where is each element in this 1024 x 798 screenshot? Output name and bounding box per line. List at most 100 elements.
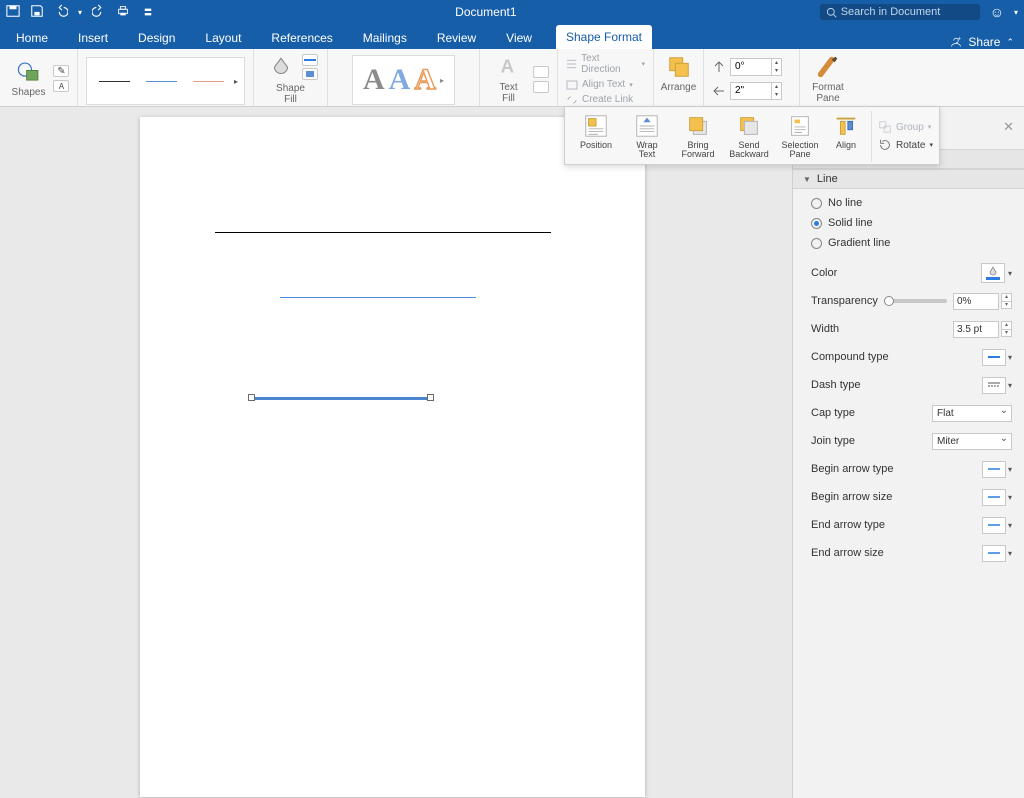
transparency-stepper[interactable]: ▴▾ [1001,293,1012,309]
join-type-select[interactable]: Miter [932,433,1012,450]
rotation-input[interactable]: ▴▾ [730,58,782,76]
share-button[interactable]: + Share ⌃ [950,35,1014,49]
transparency-slider[interactable] [884,299,947,303]
width-input[interactable]: 3.5 pt [953,321,999,338]
label-width: Width [811,323,839,335]
text-outline-button[interactable] [533,66,549,78]
label-join: Join type [811,435,855,447]
text-fill-group: A Text Fill [480,49,558,106]
wrap-text-button[interactable]: Wrap Text [622,111,672,162]
text-box-button[interactable]: A [53,80,69,92]
titlebar: ▾ 〓 Document1 Search in Document ☺ ▾ [0,0,1024,24]
tab-design[interactable]: Design [132,27,181,49]
text-direction-button[interactable]: Text Direction ▾ [566,53,645,75]
tab-references[interactable]: References [265,27,338,49]
end-arrow-type-button[interactable] [982,517,1006,534]
create-link-button[interactable]: Create Link [566,94,633,105]
feedback-icon[interactable]: ☺ [990,4,1004,20]
align-button[interactable]: Align [826,111,866,162]
label-end-arrow-size: End arrow size [811,547,884,559]
document-canvas[interactable] [0,107,792,798]
size-group: ▴▾ ▴▾ [704,49,800,106]
style-preset-3[interactable] [193,81,224,82]
shape-line-2[interactable] [280,297,476,298]
align-text-button[interactable]: Align Text ▾ [566,79,633,90]
tab-review[interactable]: Review [431,27,482,49]
transparency-input[interactable]: 0% [953,293,999,310]
tab-insert[interactable]: Insert [72,27,114,49]
share-icon: + [950,36,962,48]
dropdown-icon[interactable]: ▾ [78,8,82,17]
radio-gradient-line[interactable]: Gradient line [811,237,1012,249]
end-arrow-size-button[interactable] [982,545,1006,562]
shape-line-1[interactable] [215,232,551,233]
styles-more-icon[interactable]: ▸ [234,77,238,86]
wordart-style-2[interactable]: A [389,63,411,97]
label-begin-arrow-type: Begin arrow type [811,463,894,475]
text-options-group: Text Direction ▾ Align Text ▾ Create Lin… [558,49,654,106]
page [140,117,645,797]
print-icon[interactable] [116,4,130,21]
format-pane-button[interactable]: Format Pane [808,52,848,106]
workspace: ✕ ▶Fill ▼Line No line Solid line Gradien… [0,107,1024,798]
text-effects-button[interactable] [533,81,549,93]
shape-effects-button[interactable] [302,68,318,80]
customize-qat-icon[interactable]: 〓 [144,7,152,18]
tab-view[interactable]: View [500,27,538,49]
shape-outline-button[interactable] [302,54,318,66]
radio-solid-line[interactable]: Solid line [811,217,1012,229]
section-line[interactable]: ▼Line [793,169,1024,189]
label-compound: Compound type [811,351,889,363]
tab-mailings[interactable]: Mailings [357,27,413,49]
group-button[interactable]: Group ▾ [878,120,933,134]
line-section-body: No line Solid line Gradient line Color ▾… [793,189,1024,573]
resize-handle-right[interactable] [427,394,434,401]
rotate-button[interactable]: Rotate ▾ [878,138,933,152]
label-dash: Dash type [811,379,861,391]
autosave-icon[interactable] [6,4,20,21]
height-input[interactable]: ▴▾ [730,82,782,100]
format-pane-group: Format Pane [800,49,856,106]
redo-icon[interactable] [92,4,106,21]
height-icon [712,84,726,98]
wordart-style-3[interactable]: A [414,63,436,97]
width-stepper[interactable]: ▴▾ [1001,321,1012,337]
tab-layout[interactable]: Layout [199,27,247,49]
radio-no-line[interactable]: No line [811,197,1012,209]
cap-type-select[interactable]: Flat [932,405,1012,422]
resize-handle-left[interactable] [248,394,255,401]
dash-type-button[interactable] [982,377,1006,394]
search-input[interactable]: Search in Document [820,4,980,20]
shape-fill-button[interactable] [264,52,298,82]
feedback-menu-icon[interactable]: ▾ [1014,8,1018,17]
ribbon-tabs: Home Insert Design Layout References Mai… [0,24,1024,49]
tab-home[interactable]: Home [10,27,54,49]
text-fill-button[interactable]: A Text Fill [488,52,529,106]
position-button[interactable]: Position [571,111,621,162]
style-preset-1[interactable] [99,81,130,82]
compound-type-button[interactable] [982,349,1006,366]
save-icon[interactable] [30,4,44,21]
undo-icon[interactable] [54,4,68,21]
shapes-button[interactable]: Shapes [8,57,50,100]
arrange-group: Arrange [654,49,704,106]
begin-arrow-size-button[interactable] [982,489,1006,506]
shapes-group: Shapes ✎ A [0,49,78,106]
send-backward-button[interactable]: Send Backward [724,111,774,162]
arrange-button[interactable]: Arrange [657,52,701,95]
bring-forward-button[interactable]: Bring Forward [673,111,723,162]
edit-shape-button[interactable]: ✎ [53,65,69,77]
wordart-style-1[interactable]: A [363,63,385,97]
begin-arrow-type-button[interactable] [982,461,1006,478]
shape-line-3-selected[interactable] [252,397,430,400]
selection-pane-button[interactable]: Selection Pane [775,111,825,162]
color-picker-button[interactable] [981,263,1005,283]
format-shape-pane: ✕ ▶Fill ▼Line No line Solid line Gradien… [792,107,1024,798]
collapse-ribbon-icon[interactable]: ⌃ [1006,37,1014,48]
wordart-more-icon[interactable]: ▸ [440,76,444,85]
close-pane-icon[interactable]: ✕ [1003,119,1014,135]
style-preset-2[interactable] [146,81,177,82]
label-end-arrow-type: End arrow type [811,519,885,531]
tab-shape-format[interactable]: Shape Format [556,25,652,49]
rotation-icon [712,60,726,74]
